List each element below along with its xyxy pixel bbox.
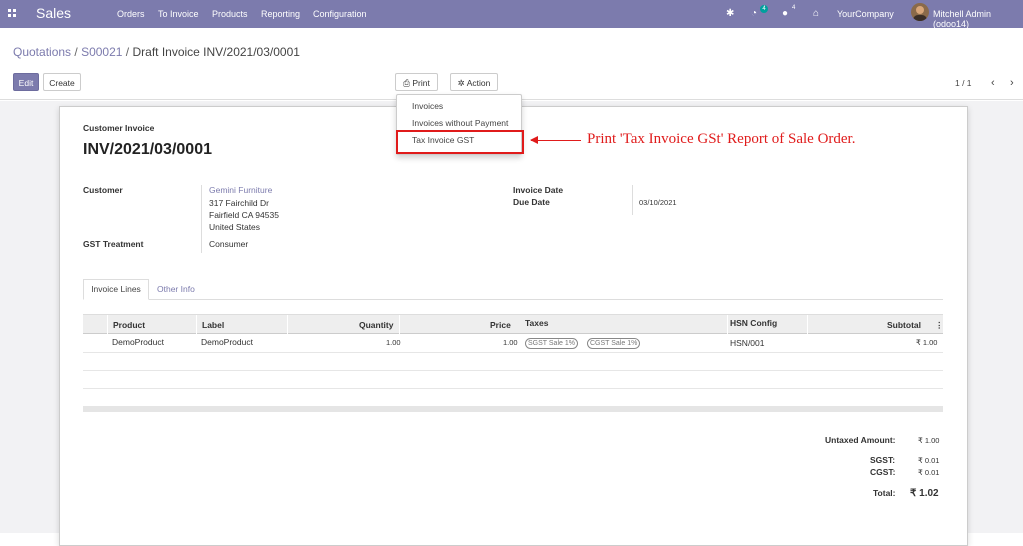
tax-invoice-gst-highlight-box — [396, 130, 524, 154]
due-date-label: Due Date — [513, 197, 550, 207]
column-taxes[interactable]: Taxes — [525, 318, 548, 328]
menu-reporting[interactable]: Reporting — [261, 9, 300, 19]
menu-orders[interactable]: Orders — [117, 9, 145, 19]
gst-treatment-value[interactable]: Consumer — [209, 239, 248, 249]
row-label[interactable]: DemoProduct — [201, 337, 253, 347]
table-footer — [83, 406, 943, 412]
row-subtotal: ₹ 1.00 — [916, 338, 938, 347]
pager-value[interactable]: 1 / 1 — [955, 78, 972, 88]
column-hsn-config[interactable]: HSN Config — [730, 318, 777, 328]
column-label[interactable]: Label — [202, 320, 224, 330]
breadcrumb-separator: / — [125, 45, 130, 59]
column-separator — [399, 315, 400, 334]
customer-name-link[interactable]: Gemini Furniture — [209, 185, 272, 195]
cgst-label: CGST: — [870, 467, 896, 477]
gear-icon: ✲ — [457, 78, 465, 88]
total-label: Total: — [873, 488, 896, 498]
cgst-value: ₹ 0.01 — [918, 468, 940, 477]
annotation-arrow-head-icon — [530, 136, 538, 144]
apps-menu-icon[interactable] — [8, 9, 16, 17]
column-subtotal[interactable]: Subtotal — [887, 320, 921, 330]
column-product[interactable]: Product — [113, 320, 145, 330]
print-menu-item-invoices-without-payment[interactable]: Invoices without Payment — [412, 118, 508, 128]
create-button[interactable]: Create — [43, 73, 81, 91]
customer-label: Customer — [83, 185, 123, 195]
customer-address-line-3: United States — [209, 222, 261, 232]
print-button[interactable]: ⎙ Print — [395, 73, 438, 91]
top-navbar: Sales Orders To Invoice Products Reporti… — [0, 0, 1023, 29]
invoice-type-label: Customer Invoice — [83, 123, 155, 133]
column-quantity[interactable]: Quantity — [359, 320, 393, 330]
untaxed-amount-label: Untaxed Amount: — [825, 435, 896, 445]
action-button[interactable]: ✲ Action — [450, 73, 498, 91]
messages-count-badge: 4 — [792, 5, 796, 11]
app-name[interactable]: Sales — [36, 5, 71, 21]
table-row-divider — [83, 370, 943, 371]
column-options-icon[interactable]: ⋮ — [935, 320, 944, 331]
row-quantity[interactable]: 1.00 — [386, 338, 401, 347]
sgst-label: SGST: — [870, 455, 896, 465]
pager-next-icon[interactable]: › — [1010, 77, 1014, 89]
column-separator — [807, 315, 808, 334]
breadcrumb-quotations[interactable]: Quotations — [13, 45, 71, 59]
activity-clock-icon[interactable]: ◔ 4 — [751, 5, 768, 19]
control-panel: Quotations / S00021 / Draft Invoice INV/… — [0, 28, 1023, 100]
field-divider — [632, 185, 633, 215]
tabs-bottom-border — [83, 299, 943, 300]
gst-treatment-label: GST Treatment — [83, 239, 144, 249]
invoice-date-label: Invoice Date — [513, 185, 564, 195]
breadcrumb-current: Draft Invoice INV/2021/03/0001 — [132, 45, 300, 59]
sgst-value: ₹ 0.01 — [918, 456, 940, 465]
menu-to-invoice[interactable]: To Invoice — [158, 9, 199, 19]
user-menu[interactable]: Mitchell Admin (odoo14) — [933, 9, 1023, 29]
menu-products[interactable]: Products — [212, 9, 248, 19]
table-row-divider — [83, 352, 943, 353]
printer-icon: ⎙ — [403, 78, 410, 88]
customer-address-line-2: Fairfield CA 94535 — [209, 210, 279, 220]
breadcrumb: Quotations / S00021 / Draft Invoice INV/… — [13, 45, 300, 59]
tax-tag[interactable]: CGST Sale 1% — [587, 338, 641, 349]
breadcrumb-separator: / — [74, 45, 78, 59]
column-separator — [727, 315, 728, 334]
print-menu-item-invoices[interactable]: Invoices — [412, 101, 443, 111]
column-separator — [196, 315, 197, 334]
annotation-text: Print 'Tax Invoice GSt' Report of Sale O… — [587, 131, 856, 147]
row-hsn-config[interactable]: HSN/001 — [730, 338, 765, 348]
print-button-label: Print — [412, 78, 430, 88]
column-price[interactable]: Price — [490, 320, 511, 330]
action-button-label: Action — [466, 78, 491, 88]
edit-button[interactable]: Edit — [13, 73, 39, 91]
row-product[interactable]: DemoProduct — [112, 337, 164, 347]
customer-address-line-1: 317 Fairchild Dr — [209, 198, 269, 208]
table-row-divider — [83, 388, 943, 389]
gift-icon[interactable]: ⌂ — [813, 8, 819, 19]
tab-other-info[interactable]: Other Info — [157, 284, 195, 294]
column-separator — [287, 315, 288, 334]
annotation-arrow-line — [531, 140, 581, 141]
row-price[interactable]: 1.00 — [503, 338, 518, 347]
tab-invoice-lines[interactable]: Invoice Lines — [83, 279, 149, 300]
user-avatar[interactable] — [911, 3, 929, 21]
menu-configuration[interactable]: Configuration — [313, 9, 367, 19]
invoice-number: INV/2021/03/0001 — [83, 141, 212, 158]
tax-tag[interactable]: SGST Sale 1% — [525, 338, 578, 349]
untaxed-amount-value: ₹ 1.00 — [918, 436, 940, 445]
messages-chat-icon[interactable]: ● 4 — [782, 5, 795, 19]
company-switcher[interactable]: YourCompany — [837, 9, 894, 19]
column-separator — [107, 315, 108, 334]
total-value: ₹ 1.02 — [910, 488, 939, 499]
debug-bug-icon[interactable]: ✱ — [726, 8, 734, 19]
pager-previous-icon[interactable]: ‹ — [991, 77, 995, 89]
table-header: Product Label Quantity Price Taxes HSN C… — [83, 314, 944, 334]
field-divider — [201, 185, 202, 253]
breadcrumb-order[interactable]: S00021 — [81, 45, 122, 59]
activity-count-badge: 4 — [760, 5, 768, 13]
due-date-value[interactable]: 03/10/2021 — [639, 198, 677, 207]
